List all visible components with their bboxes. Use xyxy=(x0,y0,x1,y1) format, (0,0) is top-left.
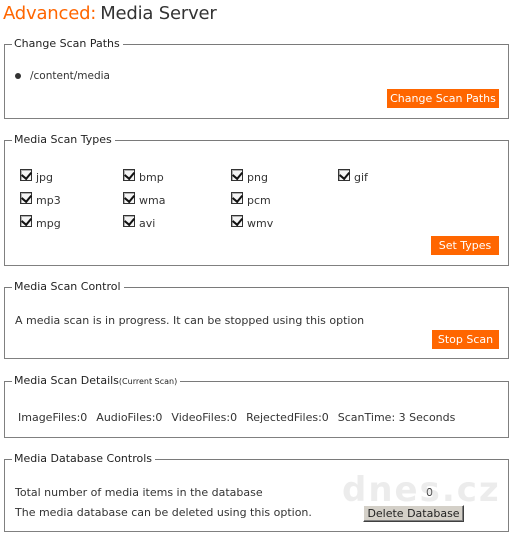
checkbox-label: jpg xyxy=(36,171,54,184)
scan-status-message: A media scan is in progress. It can be s… xyxy=(15,314,365,327)
section-legend: Media Scan Types xyxy=(12,133,115,147)
checkbox-mp3[interactable]: mp3 xyxy=(20,192,61,207)
media-scan-details-section: Media Scan Details(Current Scan) ImageFi… xyxy=(4,374,509,438)
section-legend-text: Media Scan Details xyxy=(14,374,119,387)
checkbox-avi[interactable]: avi xyxy=(123,215,155,230)
total-items-label: Total number of media items in the datab… xyxy=(15,486,263,499)
checkbox-checked-icon[interactable] xyxy=(123,215,135,227)
checkbox-gif[interactable]: gif xyxy=(338,169,368,184)
set-types-button[interactable]: Set Types xyxy=(431,236,499,255)
scan-details-row: ImageFiles:0 AudioFiles:0 VideoFiles:0 R… xyxy=(18,411,464,424)
checkbox-label: wmv xyxy=(247,217,274,230)
section-legend: Media Database Controls xyxy=(12,452,156,466)
page-title-accent: Advanced: xyxy=(3,3,97,24)
video-files-count: VideoFiles:0 xyxy=(171,411,238,424)
checkbox-png[interactable]: png xyxy=(231,169,268,184)
checkbox-checked-icon[interactable] xyxy=(338,169,350,181)
media-database-controls-section: Media Database Controls Total number of … xyxy=(4,452,509,532)
checkbox-checked-icon[interactable] xyxy=(20,169,32,181)
checkbox-wma[interactable]: wma xyxy=(123,192,165,207)
total-items-value: 0 xyxy=(426,486,433,499)
checkbox-checked-icon[interactable] xyxy=(231,215,243,227)
checkbox-checked-icon[interactable] xyxy=(123,192,135,204)
page-title: Advanced: Media Server xyxy=(3,2,217,26)
checkbox-label: wma xyxy=(139,194,166,207)
checkbox-label: avi xyxy=(139,217,156,230)
media-scan-types-section: Media Scan Types jpg bmp png gif mp3 wma… xyxy=(4,133,509,266)
checkbox-wmv[interactable]: wmv xyxy=(231,215,273,230)
section-legend: Media Scan Control xyxy=(12,280,124,294)
checkbox-bmp[interactable]: bmp xyxy=(123,169,164,184)
checkbox-label: mp3 xyxy=(36,194,61,207)
checkbox-checked-icon[interactable] xyxy=(20,215,32,227)
delete-database-message: The media database can be deleted using … xyxy=(15,506,312,519)
scan-path-text: /content/media xyxy=(30,70,110,82)
checkbox-label: png xyxy=(247,171,268,184)
audio-files-count: AudioFiles:0 xyxy=(96,411,163,424)
section-legend: Media Scan Details(Current Scan) xyxy=(12,374,181,389)
checkbox-checked-icon[interactable] xyxy=(20,192,32,204)
media-scan-control-section: Media Scan Control A media scan is in pr… xyxy=(4,280,509,359)
checkbox-label: pcm xyxy=(247,194,271,207)
checkbox-checked-icon[interactable] xyxy=(231,192,243,204)
checkbox-label: gif xyxy=(354,171,368,184)
checkbox-label: mpg xyxy=(36,217,61,230)
checkbox-jpg[interactable]: jpg xyxy=(20,169,53,184)
change-scan-paths-section: Change Scan Paths /content/media Change … xyxy=(4,37,509,119)
section-legend-suffix: (Current Scan) xyxy=(118,377,178,386)
bullet-icon xyxy=(15,73,21,79)
checkbox-checked-icon[interactable] xyxy=(123,169,135,181)
rejected-files-count: RejectedFiles:0 xyxy=(246,411,329,424)
image-files-count: ImageFiles:0 xyxy=(18,411,88,424)
stop-scan-button[interactable]: Stop Scan xyxy=(432,330,499,349)
delete-database-button[interactable]: Delete Database xyxy=(363,505,464,522)
scan-time: ScanTime: 3 Seconds xyxy=(337,411,456,424)
checkbox-label: bmp xyxy=(139,171,164,184)
checkbox-checked-icon[interactable] xyxy=(231,169,243,181)
checkbox-pcm[interactable]: pcm xyxy=(231,192,271,207)
checkbox-mpg[interactable]: mpg xyxy=(20,215,61,230)
page-title-text: Media Server xyxy=(100,3,217,24)
media-server-page: Advanced: Media Server Change Scan Paths … xyxy=(0,0,512,536)
scan-path-item: /content/media xyxy=(15,70,110,82)
section-legend: Change Scan Paths xyxy=(12,37,123,51)
change-scan-paths-button[interactable]: Change Scan Paths xyxy=(387,89,499,108)
